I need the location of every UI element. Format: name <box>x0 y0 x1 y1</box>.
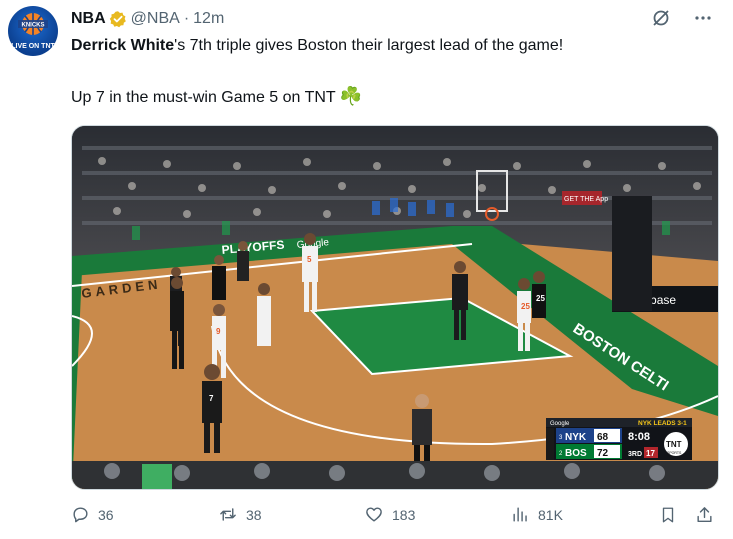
app-promo-text: GET THE App <box>564 196 608 203</box>
series-status: NYK LEADS 3-1 <box>638 420 687 427</box>
tweet-line-1: Derrick White's 7th triple gives Boston … <box>71 34 711 58</box>
player <box>257 283 271 346</box>
action-bar: 36 38 183 81K <box>71 505 721 529</box>
share-icon <box>697 507 712 523</box>
team1-score: 68 <box>597 432 609 443</box>
reply-button[interactable]: 36 <box>71 505 114 524</box>
like-button[interactable]: 183 <box>364 505 415 524</box>
scorebug: Google NYK LEADS 3-1 3 NYK 68 2 BOS 72 8… <box>546 418 692 460</box>
jersey-number: 25 <box>536 294 545 303</box>
bookmark-icon <box>662 507 674 523</box>
more-icon[interactable] <box>693 8 713 28</box>
clover-emoji: ☘️ <box>339 86 363 106</box>
team2-score: 72 <box>597 448 609 459</box>
mention-name: Derrick White <box>71 37 175 54</box>
like-count: 183 <box>392 506 416 523</box>
jersey-number: 5 <box>307 255 312 264</box>
views-icon <box>513 507 527 522</box>
jersey-number: 25 <box>521 302 530 311</box>
tweet-line-2: Up 7 in the must-win Game 5 on TNT ☘️ <box>71 84 711 110</box>
bookmark-button[interactable] <box>659 505 677 525</box>
timestamp[interactable]: 12m <box>193 10 224 28</box>
views-button[interactable]: 81K <box>511 505 563 524</box>
team2-abbr: BOS <box>565 448 587 459</box>
avatar[interactable]: KNICKS LIVE ON TNT <box>8 6 58 56</box>
quarter: 3RD <box>628 451 642 458</box>
reply-icon <box>73 507 88 523</box>
tweet-header: NBA @NBA · 12m <box>71 8 713 30</box>
repost-icon <box>220 508 236 521</box>
tweet-line-1-rest: 's 7th triple gives Boston their largest… <box>174 37 564 54</box>
verified-badge-icon[interactable] <box>109 10 127 28</box>
repost-button[interactable]: 38 <box>218 505 262 524</box>
video-frame: PLAYOFFS Google GARDEN BOSTON CELTI coin… <box>72 126 718 489</box>
team1-abbr: NYK <box>565 432 587 443</box>
tweet-line-2-text: Up 7 in the must-win Game 5 on TNT <box>71 89 336 106</box>
shot-clock: 17 <box>646 449 655 458</box>
jersey-number: 9 <box>216 327 221 336</box>
view-count: 81K <box>538 506 563 523</box>
grok-icon[interactable] <box>651 8 671 28</box>
like-icon <box>366 507 382 522</box>
scorebug-brand: Google <box>550 421 570 427</box>
author-handle[interactable]: @NBA <box>131 10 180 28</box>
author-name[interactable]: NBA <box>71 10 106 28</box>
jersey-number: 7 <box>209 394 214 403</box>
avatar-text: LIVE ON TNT <box>11 43 55 50</box>
network-logo: TNT <box>666 440 682 449</box>
svg-text:KNICKS: KNICKS <box>21 23 44 29</box>
tweet-video[interactable]: PLAYOFFS Google GARDEN BOSTON CELTI coin… <box>71 125 719 490</box>
reply-count: 36 <box>98 506 114 523</box>
separator-dot: · <box>183 10 190 27</box>
share-button[interactable] <box>695 505 714 525</box>
game-clock: 8:08 <box>628 431 650 443</box>
knicks-logo-icon: KNICKS <box>18 13 48 35</box>
network-sub: SPORTS <box>667 451 682 455</box>
tweet-text: Derrick White's 7th triple gives Boston … <box>71 34 711 110</box>
player <box>237 241 249 281</box>
repost-count: 38 <box>246 506 262 523</box>
